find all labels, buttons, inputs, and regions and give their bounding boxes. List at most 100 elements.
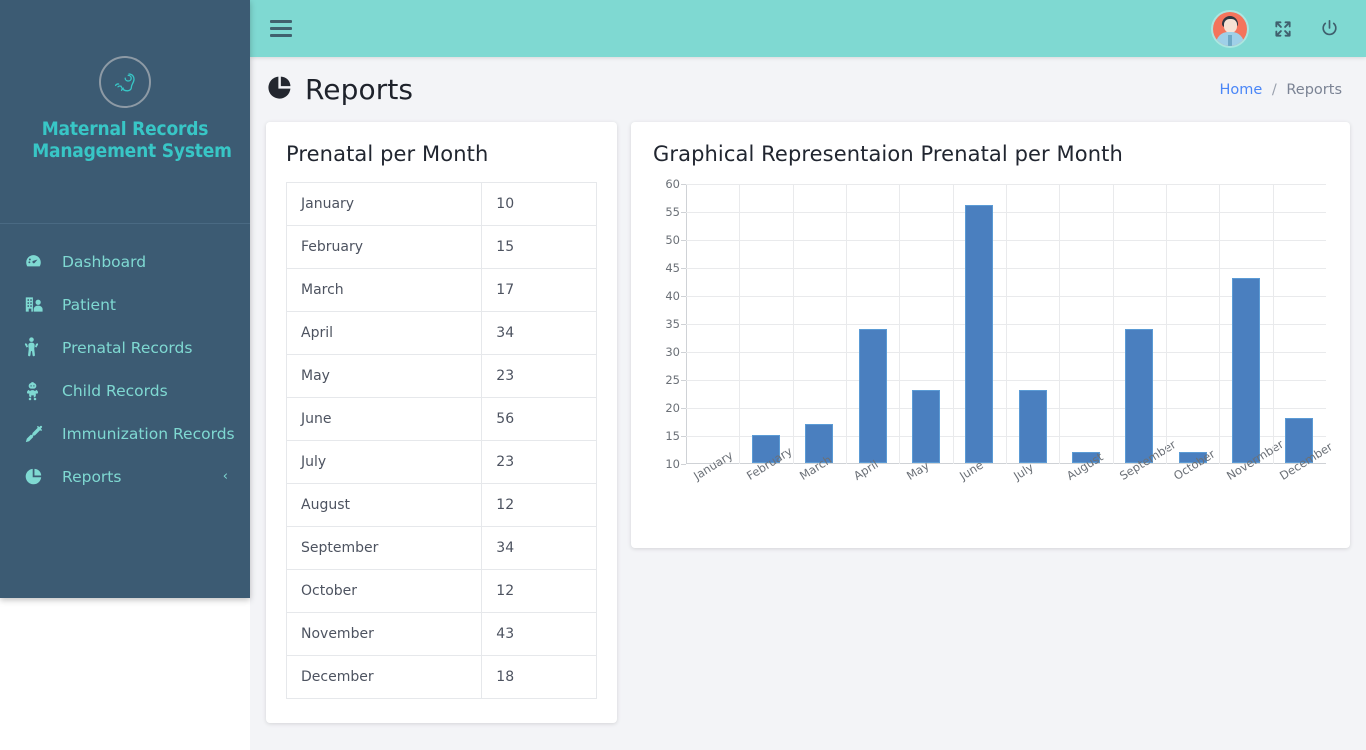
- chart-gridline-vertical: [953, 184, 954, 464]
- table-card-title: Prenatal per Month: [286, 142, 489, 166]
- chart-bar[interactable]: [912, 390, 940, 463]
- table-cell-month: August: [285, 483, 483, 527]
- chart-bar[interactable]: [1019, 390, 1047, 463]
- table-cell-value: 10: [481, 182, 597, 226]
- chart-y-tick-mark: [681, 408, 686, 409]
- sidebar-nav: Dashboard Patient Prenatal Records Child…: [0, 224, 250, 498]
- chart-y-tick-mark: [681, 324, 686, 325]
- table-cell-value: 12: [481, 483, 597, 527]
- speedometer-icon: [24, 252, 50, 272]
- chart-y-tick-label: 25: [665, 373, 686, 387]
- page-title-wrap: Reports: [266, 73, 413, 106]
- chart-y-tick-mark: [681, 352, 686, 353]
- table-cell-value: 18: [481, 655, 597, 699]
- breadcrumb-separator: /: [1271, 81, 1277, 98]
- table-cell-value: 43: [481, 612, 597, 656]
- header-actions: [1213, 11, 1340, 46]
- chart-plot-area: 10 15 20 25 30 35 40 45 50 55 60 January February Mar…: [665, 177, 1335, 483]
- table-row: February 15: [285, 225, 597, 269]
- brand-line-1: Maternal Records: [41, 118, 209, 140]
- chart-y-tick-mark: [681, 464, 686, 465]
- brand-block: Maternal Records Management System: [0, 0, 250, 224]
- user-avatar[interactable]: [1213, 11, 1247, 46]
- power-off-icon[interactable]: [1319, 18, 1340, 39]
- chart-gridline-vertical: [739, 184, 740, 464]
- chart-y-tick-mark: [681, 436, 686, 437]
- chart-gridline-vertical: [793, 184, 794, 464]
- avatar-face: [1223, 18, 1237, 33]
- prenatal-table: January 10 February 15 March 17 April 34 May 23 Ju…: [285, 182, 597, 699]
- table-row: January 10: [285, 182, 597, 226]
- prenatal-bar-chart: 10 15 20 25 30 35 40 45 50 55 60 January February Mar…: [653, 176, 1335, 526]
- sidebar-item-label: Patient: [62, 295, 116, 314]
- sidebar-item-prenatal-records[interactable]: Prenatal Records: [0, 326, 250, 369]
- chart-card-title: Graphical Representaion Prenatal per Mon…: [653, 142, 1123, 166]
- table-cell-value: 34: [481, 526, 597, 570]
- sidebar-item-reports[interactable]: Reports ‹: [0, 455, 250, 498]
- chart-x-tick-label: April: [850, 457, 881, 483]
- sidebar-item-patient[interactable]: Patient: [0, 283, 250, 326]
- prenatal-table-card: Prenatal per Month January 10 February 15 Ma…: [266, 122, 617, 723]
- syringe-icon: [24, 424, 50, 444]
- sidebar-item-child-records[interactable]: Child Records: [0, 369, 250, 412]
- hamburger-bar: [270, 34, 292, 37]
- page-header: Reports Home / Reports: [250, 57, 1366, 122]
- table-row: September 34: [285, 526, 597, 570]
- sidebar: Maternal Records Management System Dashb…: [0, 0, 250, 598]
- chart-bar[interactable]: [965, 205, 993, 463]
- table-row: July 23: [285, 440, 597, 484]
- chart-bar[interactable]: [859, 329, 887, 463]
- table-cell-value: 23: [481, 354, 597, 398]
- chart-y-tick-mark: [681, 380, 686, 381]
- chart-gridline-vertical: [846, 184, 847, 464]
- sidebar-item-label: Prenatal Records: [62, 338, 193, 357]
- prenatal-table-body: January 10 February 15 March 17 April 34 May 23 Ju…: [285, 182, 597, 699]
- sidebar-item-label: Dashboard: [62, 252, 147, 271]
- chart-y-tick-mark: [681, 240, 686, 241]
- table-row: November 43: [285, 612, 597, 656]
- table-cell-month: March: [285, 268, 483, 312]
- sidebar-item-label: Immunization Records: [62, 424, 235, 443]
- table-cell-value: 23: [481, 440, 597, 484]
- hamburger-icon[interactable]: [270, 16, 296, 42]
- table-cell-month: October: [285, 569, 483, 613]
- sidebar-item-immunization-records[interactable]: Immunization Records: [0, 412, 250, 455]
- page-content: Reports Home / Reports Prenatal per Mont…: [250, 57, 1366, 750]
- chart-gridline-vertical: [1059, 184, 1060, 464]
- table-cell-value: 56: [481, 397, 597, 441]
- hamburger-bar: [270, 20, 292, 23]
- table-cell-month: April: [285, 311, 483, 355]
- breadcrumb-current: Reports: [1286, 81, 1342, 98]
- table-row: August 12: [285, 483, 597, 527]
- table-cell-month: May: [285, 354, 483, 398]
- table-cell-value: 34: [481, 311, 597, 355]
- top-header: [250, 0, 1366, 57]
- chart-gridline-vertical: [1219, 184, 1220, 464]
- brand-line-2: Management System: [32, 140, 232, 163]
- chart-y-tick-mark: [681, 268, 686, 269]
- chart-y-tick-label: 15: [665, 429, 686, 443]
- chart-y-tick-label: 35: [665, 317, 686, 331]
- table-row: May 23: [285, 354, 597, 398]
- pie-chart-icon: [266, 74, 293, 105]
- chart-bar[interactable]: [1232, 278, 1260, 463]
- breadcrumb: Home / Reports: [1219, 82, 1342, 98]
- chart-y-tick-label: 30: [665, 345, 686, 359]
- chart-gridline-vertical: [1113, 184, 1114, 464]
- baby-icon: [24, 381, 50, 401]
- table-cell-month: November: [285, 612, 483, 656]
- chart-y-tick-label: 10: [665, 457, 686, 471]
- breadcrumb-home-link[interactable]: Home: [1219, 82, 1262, 98]
- sidebar-item-label: Reports: [62, 467, 122, 486]
- chart-bar[interactable]: [1125, 329, 1153, 463]
- expand-arrows-icon[interactable]: [1273, 19, 1293, 39]
- brand-title: Maternal Records Management System: [10, 118, 240, 163]
- chart-gridline-vertical: [1006, 184, 1007, 464]
- chevron-left-icon[interactable]: ‹: [223, 470, 228, 483]
- chart-y-tick-label: 60: [665, 177, 686, 191]
- chart-y-tick-label: 45: [665, 261, 686, 275]
- sidebar-item-dashboard[interactable]: Dashboard: [0, 240, 250, 283]
- prenatal-chart-card: Graphical Representaion Prenatal per Mon…: [631, 122, 1350, 548]
- table-cell-value: 12: [481, 569, 597, 613]
- table-cell-month: September: [285, 526, 483, 570]
